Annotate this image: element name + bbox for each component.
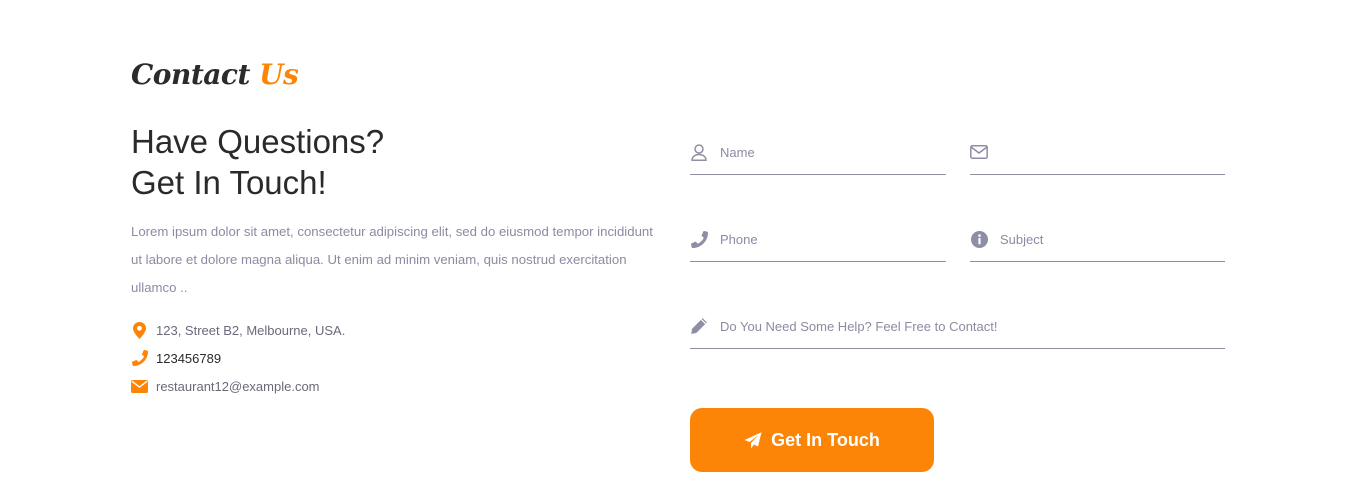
email-input[interactable] bbox=[1000, 137, 1225, 167]
phone-icon bbox=[131, 350, 148, 367]
section-title-main: Contact bbox=[131, 58, 250, 91]
contact-info-list: 123, Street B2, Melbourne, USA. 12345678… bbox=[131, 316, 345, 400]
contact-phone: 123456789 bbox=[131, 344, 345, 372]
headline: Have Questions? Get In Touch! bbox=[131, 121, 384, 203]
get-in-touch-button[interactable]: Get In Touch bbox=[690, 408, 934, 472]
get-in-touch-label: Get In Touch bbox=[771, 429, 880, 450]
name-field[interactable] bbox=[690, 130, 946, 175]
lead-paragraph: Lorem ipsum dolor sit amet, consectetur … bbox=[131, 224, 653, 295]
section-title: Contact Us bbox=[131, 58, 299, 91]
name-input[interactable] bbox=[720, 137, 946, 167]
phone-field[interactable] bbox=[690, 217, 946, 262]
pencil-icon bbox=[690, 317, 708, 335]
contact-address-text: 123, Street B2, Melbourne, USA. bbox=[156, 322, 346, 338]
phone-input[interactable] bbox=[720, 224, 946, 254]
contact-phone-text[interactable]: 123456789 bbox=[156, 351, 221, 366]
paper-plane-icon bbox=[744, 431, 762, 449]
subject-field[interactable] bbox=[970, 217, 1225, 262]
user-icon bbox=[690, 143, 708, 161]
contact-email: restaurant12@example.com bbox=[131, 372, 345, 400]
headline-line-2: Get In Touch! bbox=[131, 164, 327, 201]
phone-field-icon bbox=[690, 230, 708, 248]
headline-line-1: Have Questions? bbox=[131, 123, 385, 160]
message-field[interactable] bbox=[690, 304, 1225, 349]
envelope-icon bbox=[131, 378, 148, 395]
subject-input[interactable] bbox=[1000, 224, 1225, 254]
envelope-outline-icon bbox=[970, 143, 988, 161]
section-title-accent: Us bbox=[259, 58, 299, 91]
info-circle-icon bbox=[970, 230, 988, 248]
map-pin-icon bbox=[131, 321, 148, 339]
message-input[interactable] bbox=[720, 311, 1225, 341]
contact-email-text[interactable]: restaurant12@example.com bbox=[156, 379, 320, 394]
email-field[interactable] bbox=[970, 130, 1225, 175]
contact-address: 123, Street B2, Melbourne, USA. bbox=[131, 316, 345, 344]
